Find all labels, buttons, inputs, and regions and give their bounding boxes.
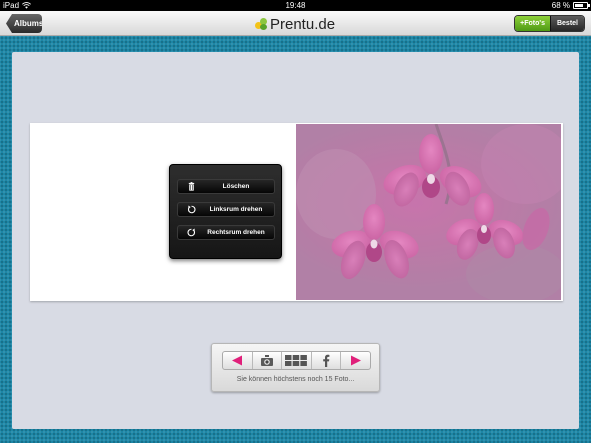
navigation-bar: Albums Prentu.de +Foto's Bestel <box>0 11 591 36</box>
status-time: 19:48 <box>285 1 306 10</box>
status-bar: iPad 19:48 68 % <box>0 0 591 11</box>
layout-grid-button[interactable] <box>281 352 311 369</box>
facebook-button[interactable] <box>310 352 341 369</box>
next-page-button[interactable] <box>340 352 370 369</box>
nav-right-buttons: +Foto's Bestel <box>514 15 585 32</box>
delete-label: Löschen <box>222 183 250 190</box>
battery-percent: 68 % <box>551 1 570 10</box>
arrow-left-icon <box>232 355 243 366</box>
order-button[interactable]: Bestel <box>549 16 584 31</box>
previous-page-button[interactable] <box>223 352 252 369</box>
battery-icon <box>573 2 590 9</box>
prentu-logo: Prentu.de <box>254 14 335 34</box>
bottom-toolbar: Sie können höchstens noch 15 Foto... <box>211 343 380 392</box>
grid-icon <box>285 355 308 366</box>
rotate-right-label: Rechtsrum drehen <box>207 229 265 236</box>
camera-button[interactable] <box>251 352 282 369</box>
delete-menu-item[interactable]: Löschen <box>177 179 275 194</box>
orchid-photo[interactable] <box>296 124 561 300</box>
logo-mark-icon <box>254 17 268 31</box>
rotate-right-icon <box>187 228 196 237</box>
status-right: 68 % <box>551 0 590 11</box>
add-photos-button[interactable]: +Foto's <box>515 16 550 31</box>
rotate-right-menu-item[interactable]: Rechtsrum drehen <box>177 225 275 240</box>
rotate-left-menu-item[interactable]: Linksrum drehen <box>177 202 275 217</box>
rotate-left-label: Linksrum drehen <box>209 206 263 213</box>
albums-back-button[interactable]: Albums <box>6 14 42 33</box>
trash-icon <box>188 182 195 191</box>
camera-icon <box>260 354 273 366</box>
photo-context-menu: Löschen Linksrum drehen Rechtsrum drehen <box>169 164 282 259</box>
facebook-icon <box>323 354 330 367</box>
logo-text: Prentu.de <box>270 15 336 33</box>
photo-limit-message: Sie können höchstens noch 15 Foto... <box>236 376 355 383</box>
arrow-right-icon <box>350 355 361 366</box>
rotate-left-icon <box>187 205 196 214</box>
orchid-image <box>296 124 561 300</box>
toolbar-button-group <box>222 351 371 370</box>
